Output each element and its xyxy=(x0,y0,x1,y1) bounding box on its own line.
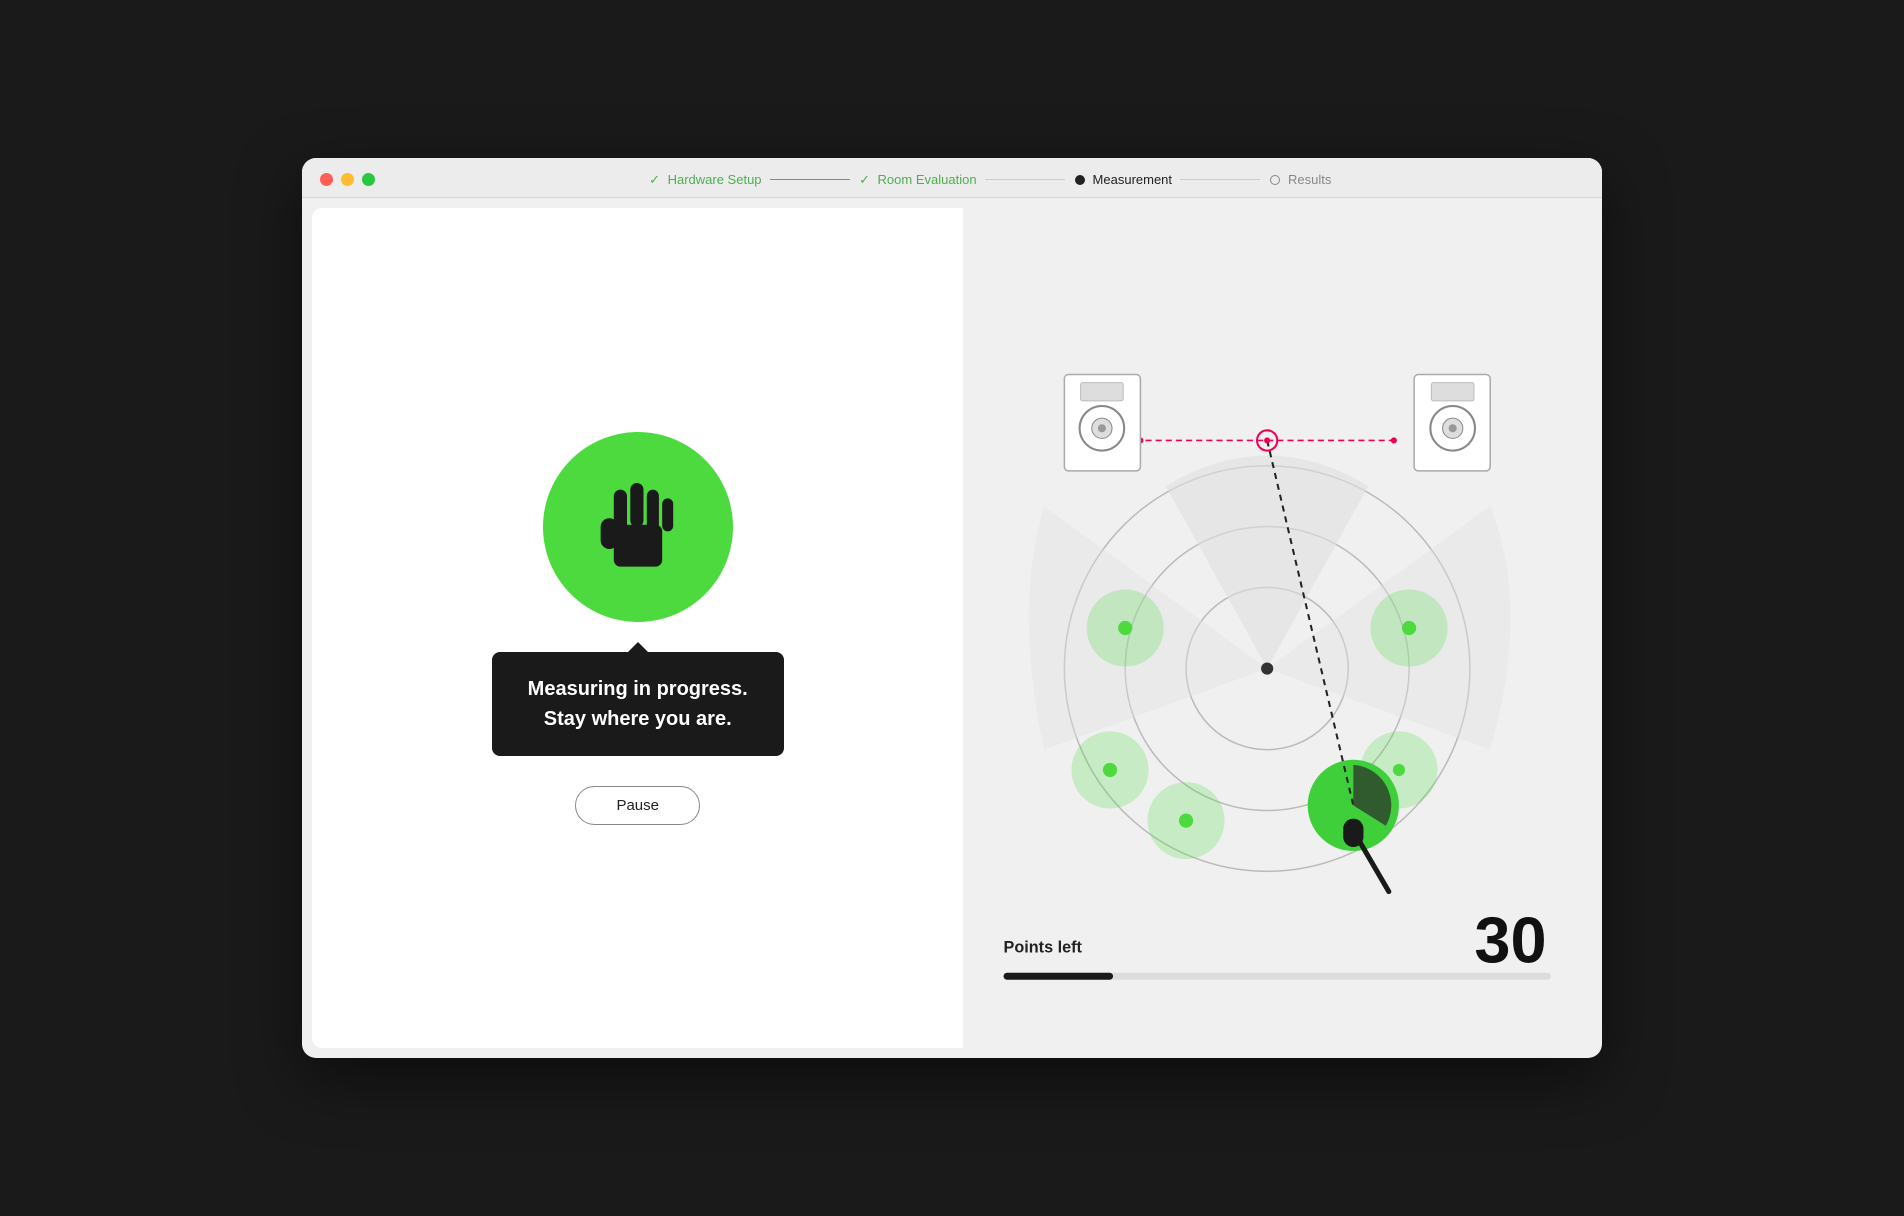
pause-button[interactable]: Pause xyxy=(575,786,700,825)
step-line-3 xyxy=(1180,179,1260,180)
message-box: Measuring in progress. Stay where you ar… xyxy=(492,652,784,756)
step-results: Results xyxy=(1268,172,1331,187)
app-window: ✓ Hardware Setup ✓ Room Evaluation Measu… xyxy=(302,158,1602,1058)
hand-icon xyxy=(583,472,693,582)
svg-text:30: 30 xyxy=(1475,904,1547,977)
minimize-button[interactable] xyxy=(341,173,354,186)
dot-filled-icon xyxy=(1073,173,1087,187)
step-measurement-label: Measurement xyxy=(1093,172,1172,187)
step-hardware-setup: ✓ Hardware Setup xyxy=(648,172,762,187)
left-panel: Measuring in progress. Stay where you ar… xyxy=(312,208,963,1048)
titlebar: ✓ Hardware Setup ✓ Room Evaluation Measu… xyxy=(302,158,1602,198)
diagram-area: Points left 30 xyxy=(963,208,1592,1048)
step-hardware-label: Hardware Setup xyxy=(668,172,762,187)
stepper: ✓ Hardware Setup ✓ Room Evaluation Measu… xyxy=(395,172,1584,187)
hand-icon-container xyxy=(543,432,733,622)
dot-empty-icon xyxy=(1268,173,1282,187)
main-content: Measuring in progress. Stay where you ar… xyxy=(312,208,1592,1048)
traffic-lights xyxy=(320,173,375,186)
step-room-evaluation: ✓ Room Evaluation xyxy=(858,172,977,187)
room-diagram: Points left 30 xyxy=(963,208,1592,1048)
checkmark-icon-2: ✓ xyxy=(858,173,872,187)
step-line-2 xyxy=(985,179,1065,180)
step-line-1 xyxy=(770,179,850,180)
message-text: Measuring in progress. Stay where you ar… xyxy=(528,674,748,734)
right-panel: Points left 30 xyxy=(963,208,1592,1048)
checkmark-icon: ✓ xyxy=(648,173,662,187)
step-measurement: Measurement xyxy=(1073,172,1172,187)
step-room-label: Room Evaluation xyxy=(878,172,977,187)
svg-text:Points left: Points left xyxy=(1004,938,1083,956)
maximize-button[interactable] xyxy=(362,173,375,186)
close-button[interactable] xyxy=(320,173,333,186)
step-results-label: Results xyxy=(1288,172,1331,187)
